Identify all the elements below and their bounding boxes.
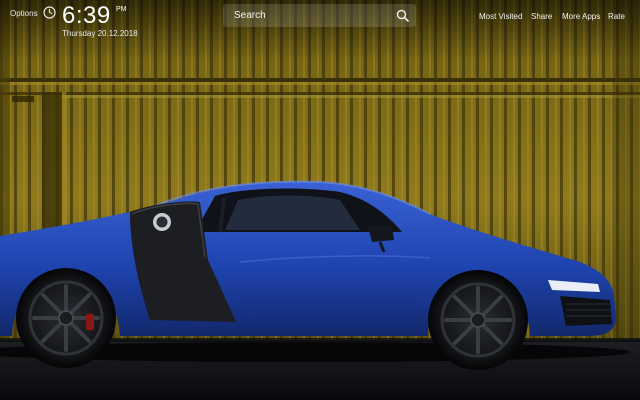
- clock-icon[interactable]: [43, 6, 56, 19]
- most-visited-link[interactable]: Most Visited: [479, 12, 522, 21]
- options-button[interactable]: Options: [10, 9, 38, 18]
- more-apps-link[interactable]: More Apps: [562, 12, 600, 21]
- search-input[interactable]: Search: [223, 4, 416, 27]
- clock-date: Thursday 20.12.2018: [62, 29, 138, 38]
- rate-link[interactable]: Rate: [608, 12, 625, 21]
- wallpaper-background: [0, 0, 640, 400]
- clock-time: 6:39: [62, 2, 111, 29]
- search-icon[interactable]: [396, 9, 409, 22]
- share-link[interactable]: Share: [531, 12, 552, 21]
- top-bar: Options 6:39 PM Thursday 20.12.2018 Sear…: [0, 0, 640, 40]
- clock-ampm: PM: [116, 6, 127, 13]
- search-placeholder: Search: [234, 10, 266, 21]
